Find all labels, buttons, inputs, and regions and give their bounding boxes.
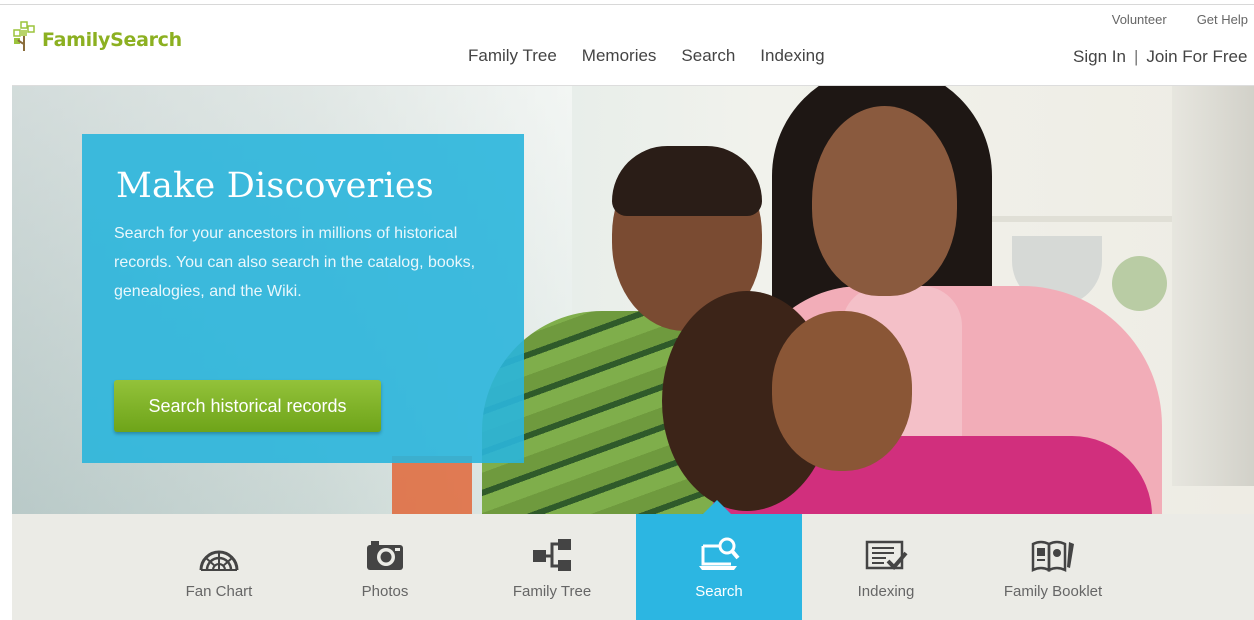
feature-indexing[interactable]: Indexing (803, 514, 969, 620)
logo-wordmark: FamilySearch (42, 29, 182, 51)
auth-links: Sign In | Join For Free (1073, 47, 1247, 67)
main-nav: Family Tree Memories Search Indexing (468, 46, 825, 66)
boy-hair (612, 146, 762, 216)
woman-face (812, 106, 957, 296)
feature-bar: Fan Chart Photos Family Tree Search Inde… (12, 514, 1254, 620)
hero-title: Make Discoveries (116, 166, 434, 206)
volunteer-link[interactable]: Volunteer (1112, 12, 1167, 27)
girl-face (772, 311, 912, 471)
nav-memories[interactable]: Memories (582, 46, 657, 66)
nav-search[interactable]: Search (681, 46, 735, 66)
feature-label: Family Tree (512, 583, 592, 600)
feature-family-booklet[interactable]: Family Booklet (970, 514, 1136, 620)
feature-label: Search (695, 583, 743, 600)
tree-logo-icon (13, 21, 35, 51)
feature-label: Fan Chart (185, 583, 253, 600)
sign-in-link[interactable]: Sign In (1073, 47, 1126, 67)
utility-links: Volunteer Get Help (1112, 12, 1248, 27)
feature-fan-chart[interactable]: Fan Chart (136, 514, 302, 620)
feature-family-tree[interactable]: Family Tree (469, 514, 635, 620)
discover-panel: Make Discoveries Search for your ancesto… (82, 134, 524, 463)
hero-description: Search for your ancestors in millions of… (114, 225, 476, 300)
familysearch-logo[interactable]: FamilySearch (12, 18, 182, 52)
active-tab-notch (703, 500, 731, 514)
auth-separator: | (1133, 47, 1139, 66)
indexing-icon (865, 540, 908, 570)
tree-diagram-icon (533, 539, 571, 571)
feature-label: Photos (361, 583, 409, 600)
feature-photos[interactable]: Photos (302, 514, 468, 620)
nav-indexing[interactable]: Indexing (760, 46, 824, 66)
search-historical-records-button[interactable]: Search historical records (114, 380, 381, 432)
join-link[interactable]: Join For Free (1146, 47, 1247, 67)
fan-chart-icon (199, 550, 239, 571)
hero-vase (1112, 256, 1167, 311)
nav-family-tree[interactable]: Family Tree (468, 46, 557, 66)
hero-chair (392, 456, 472, 514)
camera-icon (367, 541, 403, 570)
header-top-divider (0, 4, 1254, 5)
feature-search[interactable]: Search (636, 514, 802, 620)
feature-label: Indexing (857, 583, 915, 600)
search-computer-icon (699, 537, 740, 570)
booklet-icon (1031, 540, 1074, 573)
feature-label: Family Booklet (1003, 583, 1103, 600)
site-header: FamilySearch Volunteer Get Help Family T… (0, 0, 1254, 85)
hero-monitor (1172, 86, 1254, 486)
get-help-link[interactable]: Get Help (1197, 12, 1248, 27)
